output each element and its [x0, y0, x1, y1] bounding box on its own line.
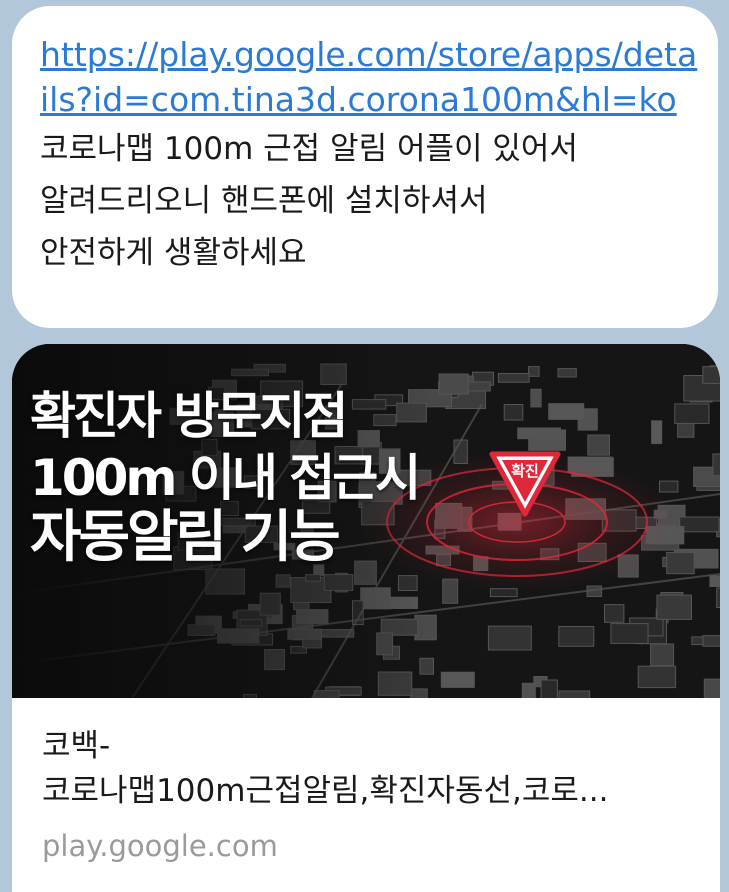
- city-block: [702, 366, 720, 384]
- city-block: [587, 434, 610, 456]
- link-preview-title: 코백- 코로나맵100m근접알림,확진자동선,코로...: [42, 724, 692, 814]
- city-block: [659, 480, 679, 493]
- city-block: [557, 368, 577, 378]
- city-block: [650, 643, 675, 667]
- city-block: [548, 403, 585, 420]
- city-block: [558, 690, 591, 698]
- city-block: [637, 665, 677, 689]
- city-block: [703, 678, 720, 698]
- city-block: [530, 388, 542, 408]
- city-block: [651, 420, 663, 445]
- message-link[interactable]: https://play.google.com/store/apps/detai…: [40, 32, 698, 122]
- city-block: [558, 626, 595, 647]
- city-block: [438, 373, 469, 395]
- city-block: [540, 679, 558, 698]
- link-preview-title-line-2: 코로나맵100m근접알림,확진자동선,코로...: [42, 773, 609, 809]
- city-block: [716, 587, 720, 608]
- svg-text:확진: 확진: [511, 462, 539, 480]
- promo-headline-line-2: 100m 이내 접근시: [30, 449, 421, 507]
- city-block: [517, 427, 562, 440]
- city-block: [528, 366, 540, 377]
- city-block: [610, 623, 649, 644]
- city-block: [521, 682, 536, 698]
- link-preview-card[interactable]: 확진 확진자 방문지점 100m 이내 접근시 자동알림 기능 코백- 코로나맵…: [12, 344, 720, 892]
- promo-headline-line-1: 확진자 방문지점: [30, 387, 348, 445]
- city-block: [487, 625, 532, 651]
- message-bubble: https://play.google.com/store/apps/detai…: [12, 6, 718, 328]
- city-block: [440, 671, 475, 688]
- city-block: [702, 635, 720, 647]
- preview-image: 확진 확진자 방문지점 100m 이내 접근시 자동알림 기능: [12, 344, 720, 698]
- city-block: [656, 594, 693, 620]
- link-preview-domain: play.google.com: [42, 829, 278, 863]
- city-block: [666, 551, 695, 575]
- city-block: [679, 516, 720, 533]
- message-text: 코로나맵 100m 근접 알림 어플이 있어서 알려드리오니 핸드폰에 설치하셔…: [40, 131, 578, 271]
- city-block: [674, 403, 710, 424]
- promo-headline-line-3: 자동알림 기능: [30, 505, 341, 570]
- city-block: [503, 404, 524, 421]
- city-block: [604, 604, 625, 623]
- city-block: [497, 373, 530, 383]
- city-block: [712, 453, 720, 477]
- city-block: [709, 575, 720, 587]
- link-preview-title-line-1: 코백-: [42, 728, 111, 764]
